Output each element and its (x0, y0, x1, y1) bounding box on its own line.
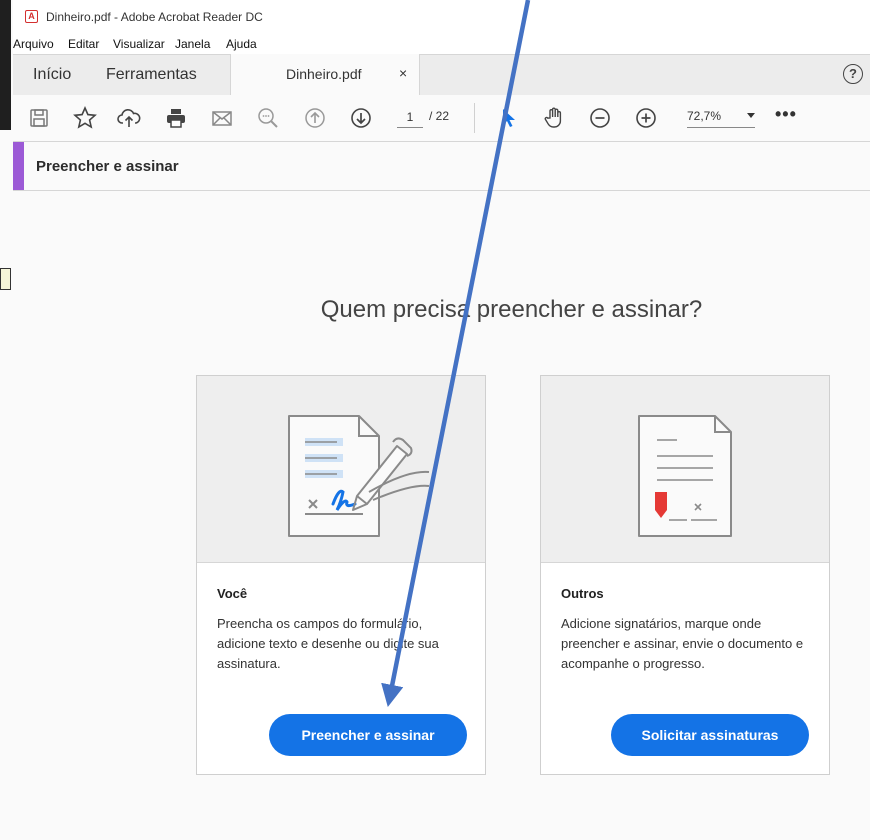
star-icon[interactable] (73, 106, 97, 130)
menu-visualizar[interactable]: Visualizar (113, 37, 165, 51)
tab-document-label: Dinheiro.pdf (286, 66, 362, 82)
tab-bar: Início Ferramentas Dinheiro.pdf × ? (13, 54, 870, 96)
document-request-icon (638, 415, 732, 537)
zoom-in-icon[interactable] (634, 106, 658, 130)
window-title: Dinheiro.pdf - Adobe Acrobat Reader DC (46, 10, 263, 24)
zoom-dropdown[interactable]: 72,7% (687, 109, 755, 128)
pdf-icon: A (25, 10, 38, 23)
card-others-title: Outros (561, 586, 604, 601)
page-total: / 22 (429, 109, 450, 123)
hand-icon[interactable] (542, 106, 566, 130)
tab-document[interactable]: Dinheiro.pdf × (230, 54, 420, 95)
upload-icon[interactable] (117, 106, 141, 130)
request-signatures-button[interactable]: Solicitar assinaturas (611, 714, 809, 756)
menu-arquivo[interactable]: Arquivo (13, 37, 54, 51)
card-others-illustration (541, 376, 829, 563)
page-down-icon[interactable] (349, 106, 373, 130)
page-number-input[interactable]: 1 (397, 107, 423, 128)
title-bar: A Dinheiro.pdf - Adobe Acrobat Reader DC (13, 0, 870, 34)
page-heading: Quem precisa preencher e assinar? (13, 296, 870, 324)
tab-home[interactable]: Início (33, 66, 71, 84)
zoom-out-icon[interactable] (588, 106, 612, 130)
toolbar-separator (474, 103, 475, 133)
close-tab-icon[interactable]: × (399, 65, 407, 81)
page-up-icon[interactable] (303, 106, 327, 130)
menu-bar: Arquivo Editar Visualizar Janela Ajuda (13, 34, 870, 54)
document-sign-icon (288, 415, 430, 537)
select-arrow-icon[interactable] (497, 106, 521, 130)
menu-janela[interactable]: Janela (175, 37, 210, 51)
tool-name: Preencher e assinar (36, 158, 179, 175)
menu-editar[interactable]: Editar (68, 37, 99, 51)
fill-and-sign-button[interactable]: Preencher e assinar (269, 714, 467, 756)
menu-ajuda[interactable]: Ajuda (226, 37, 257, 51)
card-others: Outros Adicione signatários, marque onde… (540, 375, 830, 775)
tool-accent-bar (13, 142, 24, 190)
save-icon[interactable] (27, 106, 51, 130)
zoom-search-icon[interactable] (256, 106, 280, 130)
help-icon[interactable]: ? (843, 64, 863, 84)
card-you-title: Você (217, 586, 248, 601)
card-others-description: Adicione signatários, marque onde preenc… (561, 616, 804, 671)
card-you-description: Preencha os campos do formulário, adicio… (217, 616, 439, 671)
card-you-illustration (197, 376, 485, 563)
background-window-marker (0, 268, 11, 290)
chevron-down-icon (747, 113, 755, 118)
tab-tools[interactable]: Ferramentas (106, 66, 197, 84)
card-you: Você Preencha os campos do formulário, a… (196, 375, 486, 775)
tool-header: Preencher e assinar (13, 142, 870, 191)
more-icon[interactable]: ••• (775, 104, 797, 125)
background-window-strip (0, 0, 13, 840)
heading-text: Quem precisa preencher e assinar? (320, 296, 703, 323)
acrobat-window: A Dinheiro.pdf - Adobe Acrobat Reader DC… (13, 0, 870, 840)
background-window-edge (0, 0, 11, 130)
print-icon[interactable] (164, 106, 188, 130)
mail-icon[interactable] (210, 106, 234, 130)
zoom-value: 72,7% (687, 109, 722, 123)
main-toolbar: 1 / 22 72,7% ••• (13, 95, 870, 142)
